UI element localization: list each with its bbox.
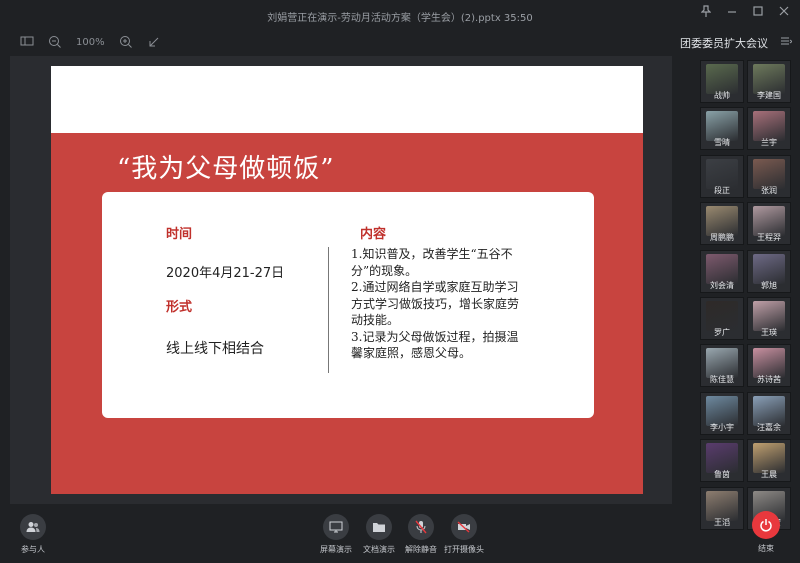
participant-name: 兰宇 <box>761 138 777 148</box>
participant-name: 李建国 <box>757 91 781 100</box>
participant-name: 王程羿 <box>757 233 781 243</box>
content-line: 1.知识普及，改善学生“五谷不 <box>351 247 513 261</box>
participant-name: 郭旭 <box>761 280 777 290</box>
participant-tile[interactable]: 苏诗茜 <box>747 344 791 388</box>
meeting-window: 刘娟营正在演示-劳动月活动方案（学生会）(2).pptx 35:50 100% <box>0 0 800 563</box>
content-line: 3.记录为父母做饭过程，拍摄温 <box>351 329 519 344</box>
mic-off-icon <box>408 514 434 540</box>
zoom-out-icon[interactable] <box>48 35 62 49</box>
zoom-level: 100% <box>76 36 105 48</box>
camera-off-icon <box>451 514 477 540</box>
content-line: 方式学习做饭技巧，增长家庭劳 <box>351 296 520 311</box>
participant-name: 罗广 <box>714 328 730 337</box>
participant-tile[interactable]: 罗广 <box>700 297 744 340</box>
participant-tile[interactable]: 兰宇 <box>747 107 791 151</box>
participant-tile[interactable]: 周鹏鹏 <box>700 202 744 246</box>
end-label: 结束 <box>758 544 774 553</box>
people-icon <box>20 514 46 540</box>
participant-name: 李小宇 <box>710 422 734 432</box>
event-date: 2020年4月21-27日 <box>166 266 285 281</box>
close-icon[interactable] <box>778 5 790 19</box>
participant-name: 鲁茵 <box>714 470 730 480</box>
slide: “我为父母做顿饭” 时间 2020年4月21-27日 形式 线上线下相结合 内容… <box>51 66 643 494</box>
slide-card: 时间 2020年4月21-27日 形式 线上线下相结合 内容 1.知识普及，改善… <box>102 192 594 418</box>
content-line: 馨家庭照，感恩父母。 <box>351 346 472 360</box>
end-meeting-button[interactable]: 结束 <box>736 511 796 554</box>
fullscreen-icon[interactable] <box>147 35 161 49</box>
participant-name: 王晨 <box>761 470 777 480</box>
participant-tile[interactable]: 段正 <box>700 154 744 198</box>
window-controls <box>700 5 790 19</box>
control-bar: 参与人 屏幕演示 文档演示 解除静音 打开摄像头 结束 <box>0 506 800 563</box>
sidebar-toggle-icon[interactable] <box>20 35 34 49</box>
menu-icon[interactable] <box>780 36 793 49</box>
content-line: 分”的现象。 <box>351 263 418 278</box>
participant-tile[interactable]: 张润 <box>747 154 791 198</box>
zoom-in-icon[interactable] <box>119 35 133 49</box>
participant-tile[interactable]: 战帅 <box>700 60 744 103</box>
participant-name: 刘会清 <box>710 280 734 290</box>
mode-label: 形式 <box>166 300 193 315</box>
participant-tile[interactable]: 郭旭 <box>747 249 791 293</box>
screen-icon <box>323 514 349 540</box>
folder-icon <box>366 514 392 540</box>
participant-tile[interactable]: 鲁茵 <box>700 439 744 483</box>
participant-tile[interactable]: 陈佳慧 <box>700 344 744 388</box>
slide-title: “我为父母做顿饭” <box>117 154 335 184</box>
presentation-stage: “我为父母做顿饭” 时间 2020年4月21-27日 形式 线上线下相结合 内容… <box>10 56 672 504</box>
minimize-icon[interactable] <box>726 5 738 19</box>
participant-tile[interactable]: 李建国 <box>747 60 791 103</box>
title-bar: 刘娟营正在演示-劳动月活动方案（学生会）(2).pptx 35:50 <box>0 0 800 30</box>
camera-button[interactable]: 打开摄像头 <box>434 514 494 555</box>
participant-tile[interactable]: 李小宇 <box>700 391 744 435</box>
content-line: 2.通过网络自学或家庭互助学习 <box>351 280 519 294</box>
participant-name: 王瑛 <box>761 328 777 337</box>
participant-tile[interactable]: 王晨 <box>747 439 791 483</box>
participants-sidebar: 团委委员扩大会议 战帅 李建国雪晴 兰宇段正 张润周鹏鹏 王程羿刘会清 郭旭罗广 王瑛陈佳慧… <box>676 30 800 563</box>
participant-tile[interactable]: 汪嘉余 <box>747 391 791 435</box>
content-label: 内容 <box>360 227 387 242</box>
content-list: 1.知识普及，改善学生“五谷不 分”的现象。 2.通过网络自学或家庭互助学习 方… <box>351 246 571 362</box>
participants-button[interactable]: 参与人 <box>3 514 63 555</box>
maximize-icon[interactable] <box>752 5 764 19</box>
meeting-title: 团委委员扩大会议 <box>680 37 768 50</box>
participant-name: 雪晴 <box>714 138 730 148</box>
event-mode: 线上线下相结合 <box>166 341 264 357</box>
participant-name: 周鹏鹏 <box>710 233 734 243</box>
participant-name: 战帅 <box>714 91 730 100</box>
participant-name: 汪嘉余 <box>757 422 781 432</box>
participant-name: 苏诗茜 <box>757 375 781 385</box>
participants-label: 参与人 <box>21 545 45 554</box>
presentation-toolbar: 100% <box>0 30 680 54</box>
window-title: 刘娟营正在演示-劳动月活动方案（学生会）(2).pptx 35:50 <box>267 13 533 24</box>
participant-name: 张润 <box>761 185 777 195</box>
pin-icon[interactable] <box>700 5 712 19</box>
participant-name: 陈佳慧 <box>710 375 734 385</box>
participant-tile[interactable]: 刘会清 <box>700 249 744 293</box>
time-label: 时间 <box>166 227 193 242</box>
participant-tile[interactable]: 雪晴 <box>700 107 744 151</box>
power-icon <box>752 511 780 539</box>
participant-tile[interactable]: 王瑛 <box>747 297 791 340</box>
card-divider <box>328 247 329 373</box>
participant-name: 段正 <box>714 185 730 195</box>
content-line: 动技能。 <box>351 313 400 327</box>
participant-tile[interactable]: 王程羿 <box>747 202 791 246</box>
camera-label: 打开摄像头 <box>444 545 484 554</box>
